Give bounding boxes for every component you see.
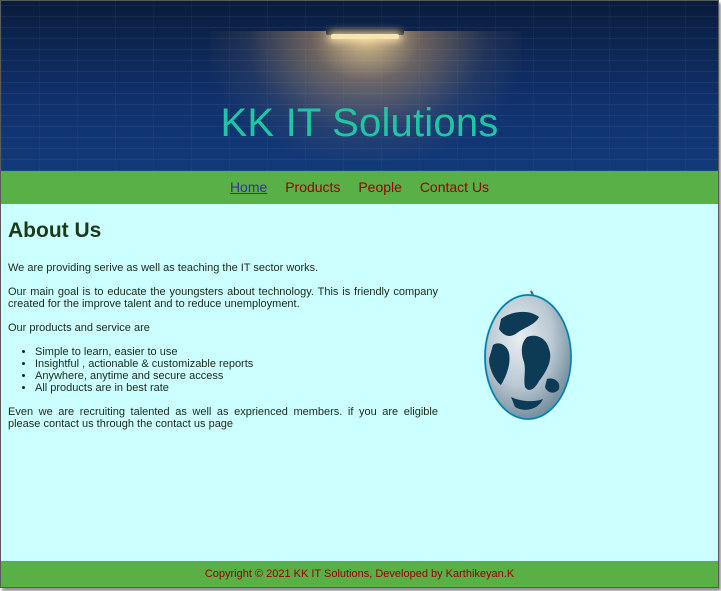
globe-icon	[484, 290, 572, 420]
page-frame: KK IT Solutions Home Products People Con…	[0, 0, 719, 588]
about-paragraph-2: Our main goal is to educate the youngste…	[8, 286, 438, 310]
site-title: KK IT Solutions	[220, 101, 499, 145]
list-item: All products are in best rate	[35, 382, 438, 394]
about-paragraph-3: Our products and service are	[8, 322, 150, 334]
about-section: About Us We are providing serive as well…	[8, 217, 438, 442]
page-title: About Us	[8, 219, 102, 242]
about-paragraph-4: Even we are recruiting talented as well …	[8, 406, 438, 430]
main-nav: Home Products People Contact Us	[1, 171, 718, 204]
footer-copyright: Copyright © 2021 KK IT Solutions, Develo…	[204, 568, 515, 580]
footer: Copyright © 2021 KK IT Solutions, Develo…	[1, 561, 718, 587]
nav-link-people[interactable]: People	[358, 179, 402, 195]
about-paragraph-1: We are providing serive as well as teach…	[8, 262, 319, 274]
list-item: Anywhere, anytime and secure access	[35, 370, 438, 382]
nav-link-products[interactable]: Products	[285, 179, 340, 195]
lamp-icon	[331, 34, 399, 39]
nav-link-contact-us[interactable]: Contact Us	[420, 179, 489, 195]
list-item: Simple to learn, easier to use	[35, 346, 438, 358]
header-banner: KK IT Solutions	[1, 1, 718, 171]
services-list: Simple to learn, easier to use Insightfu…	[8, 346, 438, 394]
list-item: Insightful , actionable & customizable r…	[35, 358, 438, 370]
nav-link-home[interactable]: Home	[230, 179, 267, 195]
